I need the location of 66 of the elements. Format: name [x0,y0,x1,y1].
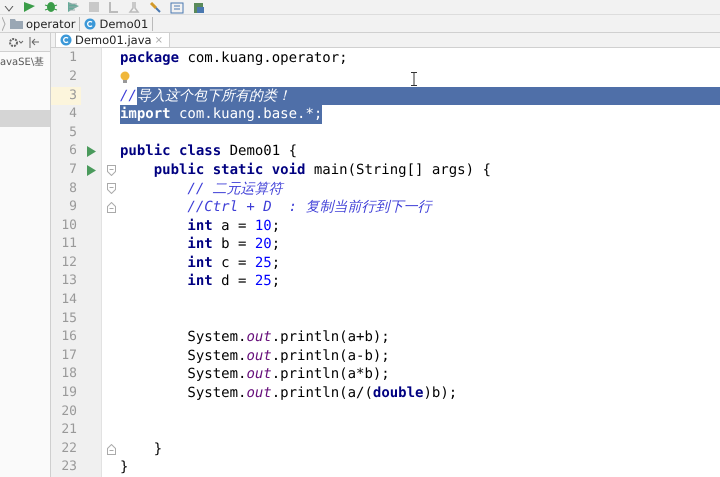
code-line: //导入这个包下所有的类！ [120,86,291,106]
build-icon[interactable] [128,2,140,14]
code-line: System.out.println(a/(double)b); [186,384,458,403]
dropdown-caret-icon[interactable] [4,6,14,14]
structure-icon[interactable] [170,2,184,14]
breadcrumb-item[interactable]: operator [10,16,80,30]
tree-item[interactable]: avaSE\基 [0,52,50,69]
line-number: 12 [60,254,78,272]
fold-marker-icon[interactable] [106,202,116,213]
code-line: public static void main(String[] args) { [152,160,491,180]
line-number: 9 [68,198,78,216]
line-number: 19 [60,384,78,402]
line-number: 15 [60,310,78,328]
code-line: int d = 25; [186,272,280,292]
breadcrumb-item[interactable]: Demo01 [84,16,154,30]
folder-icon [10,18,23,29]
collapse-icon[interactable] [29,36,39,48]
line-number: 6 [68,142,78,160]
line-number: 21 [60,421,78,440]
line-number: 13 [60,272,78,290]
line-number: 14 [60,291,78,310]
line-number: 3 [51,86,81,106]
line-number: 10 [60,216,78,235]
coverage-icon[interactable] [66,2,80,14]
settings-icon[interactable] [8,36,24,48]
chevron-icon [2,16,6,30]
database-icon[interactable] [192,2,206,14]
code-line: System.out.println(a-b); [186,346,390,366]
line-number: 17 [60,346,78,365]
run-icon[interactable] [86,146,96,158]
class-icon [60,34,72,46]
code-line: package com.kuang.operator; [120,49,348,68]
line-number: 7 [68,160,78,179]
fold-marker-icon[interactable] [106,164,116,176]
line-number: 4 [68,105,78,124]
code-line: int c = 25; [186,254,280,272]
wrench-icon[interactable] [148,2,162,14]
line-number: 22 [60,440,78,458]
line-number: 8 [68,180,78,198]
fold-marker-icon[interactable] [106,183,116,194]
code-line: } [120,458,128,477]
bug-icon[interactable] [44,2,58,14]
fold-marker-icon[interactable] [106,444,116,455]
code-line: int a = 10; [186,216,280,236]
build-icon[interactable] [108,2,120,14]
lightbulb-icon[interactable] [120,70,130,84]
code-line: int b = 20; [186,235,280,254]
class-icon [84,18,96,30]
code-line: //Ctrl + D : 复制当前行到下一行 [186,198,432,217]
code-line: public class Demo01 { [120,142,298,161]
code-line: System.out.println(a*b); [186,365,390,384]
line-number: 11 [60,235,78,254]
line-number: 1 [68,49,78,68]
editor-tab[interactable]: Demo01.java × [55,33,170,48]
code-line: System.out.println(a+b); [186,328,390,347]
code-line: // 二元运算符 [186,180,283,198]
code-line: } [152,440,162,458]
run-icon[interactable] [86,164,96,176]
line-number: 23 [60,458,78,476]
line-number: 20 [60,402,78,421]
line-number: 2 [68,68,78,86]
line-number: 16 [60,328,78,346]
line-number: 18 [60,365,78,384]
code-line: import com.kuang.base.*; [120,105,322,124]
text-cursor-icon [410,72,418,86]
line-number: 5 [68,124,78,142]
